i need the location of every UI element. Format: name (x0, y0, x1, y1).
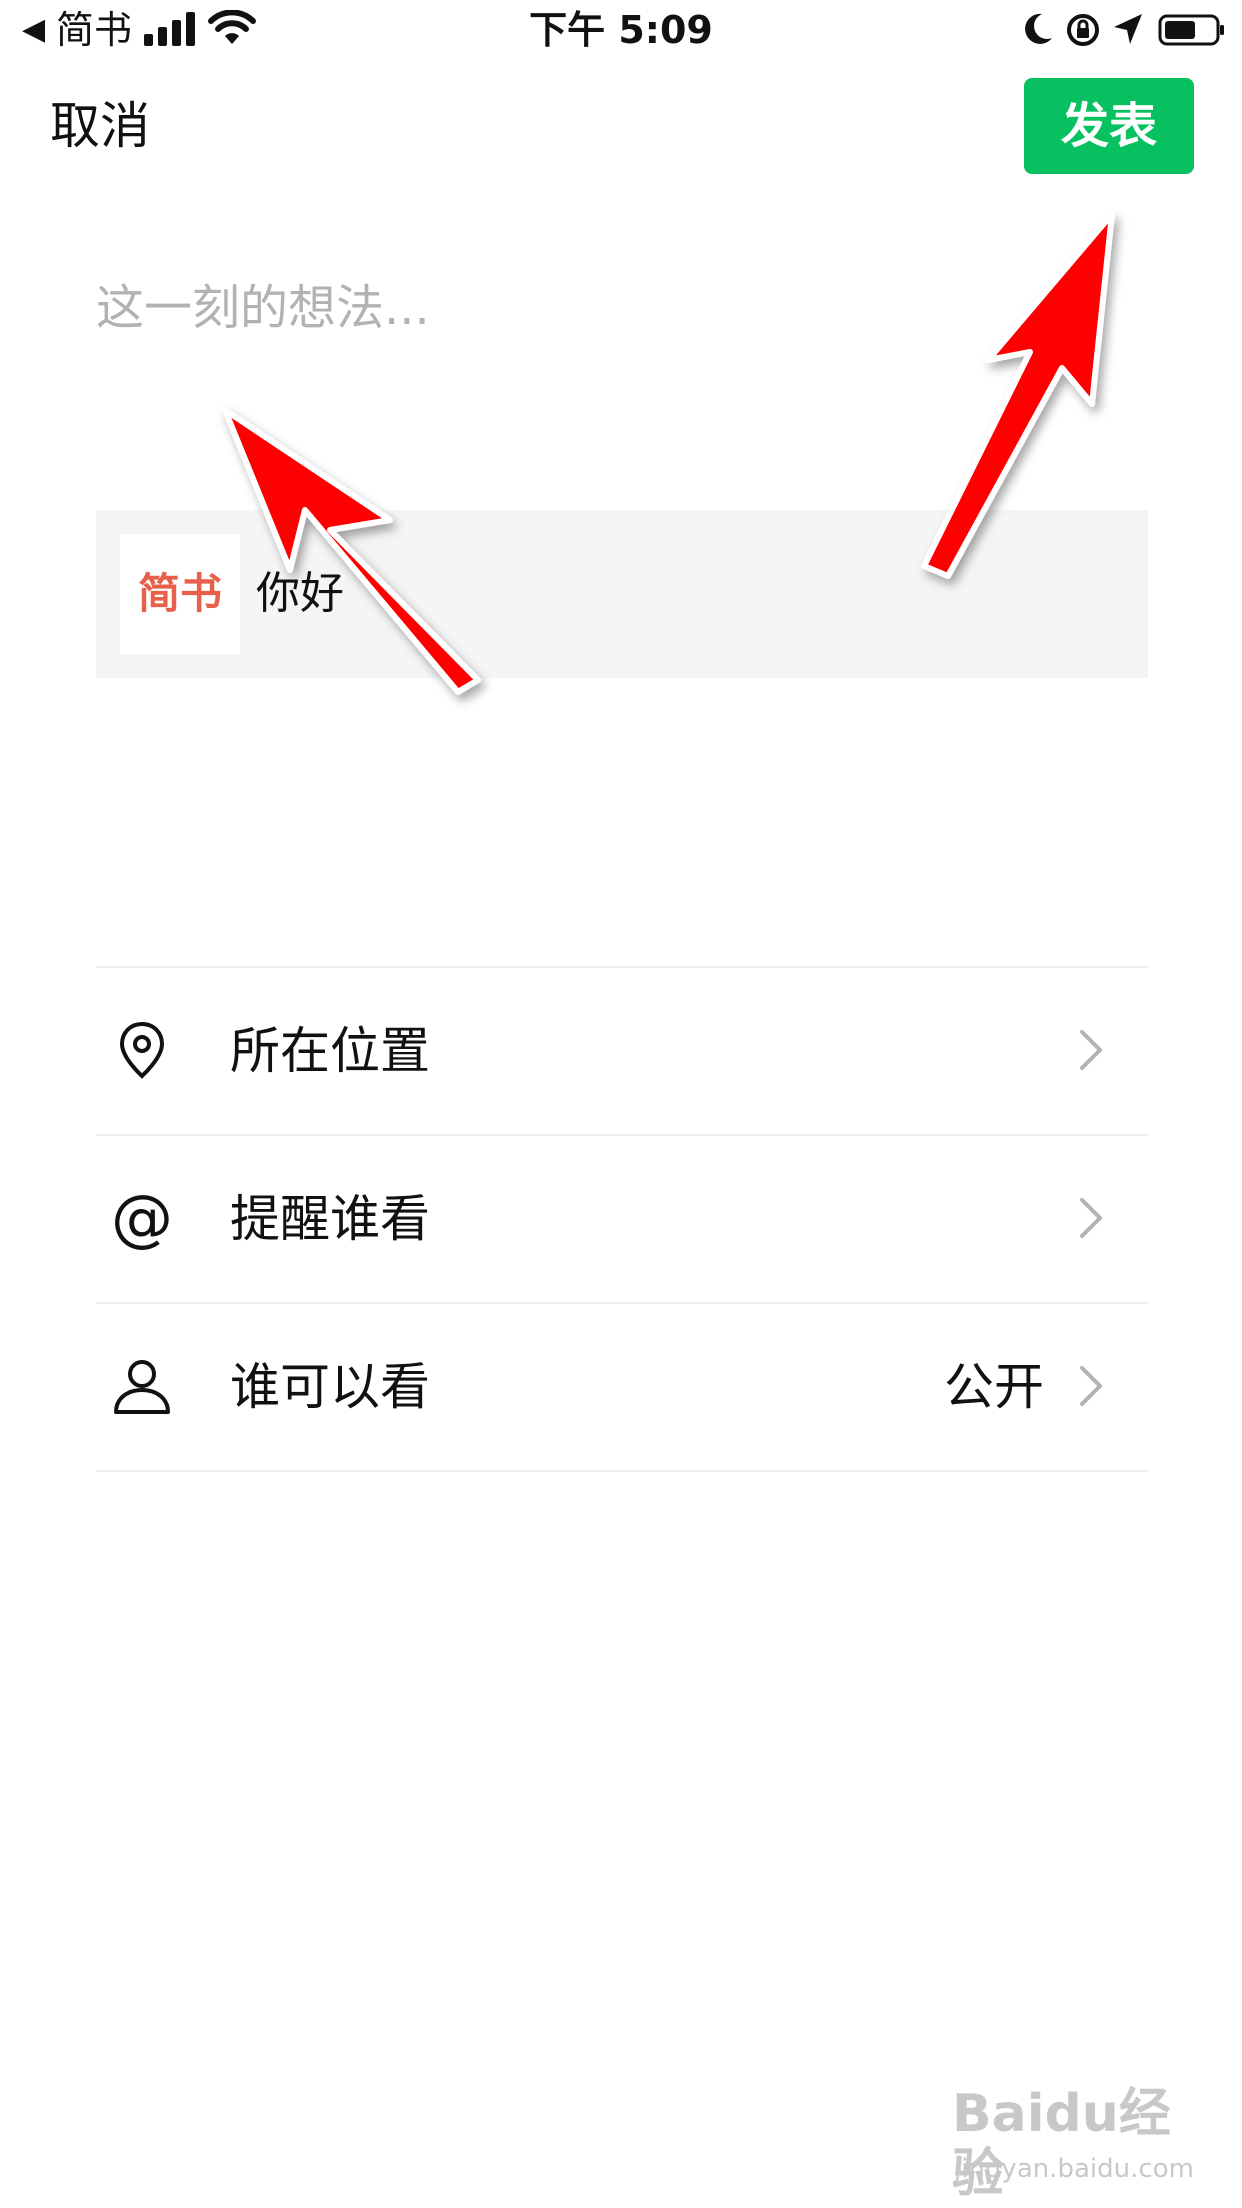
cancel-button[interactable]: 取消 (50, 96, 150, 156)
person-icon (114, 1360, 170, 1414)
link-thumbnail: 简书 (120, 534, 240, 654)
watermark-logo: Baidu经验 (952, 2084, 1171, 2204)
baidu-watermark: Baidu经验 jingyan.baidu.com (952, 2076, 1194, 2204)
status-time: 下午 5:09 (529, 8, 713, 52)
option-visibility[interactable]: 谁可以看 公开 (96, 1304, 1148, 1470)
at-icon: @ (111, 1181, 173, 1254)
option-label: 所在位置 (230, 1022, 430, 1080)
option-label: 谁可以看 (230, 1358, 430, 1416)
option-mention[interactable]: @ 提醒谁看 (96, 1136, 1148, 1302)
status-bar: ◀ 简书 下午 5:09 (0, 0, 1242, 62)
watermark-url: jingyan.baidu.com (954, 2154, 1194, 2184)
chevron-right-icon (1080, 1198, 1102, 1238)
chevron-right-icon (1080, 1366, 1102, 1406)
visibility-value: 公开 (944, 1358, 1044, 1416)
rotation-lock-icon (1067, 14, 1099, 46)
link-title: 你好 (256, 568, 344, 619)
divider (96, 1470, 1148, 1472)
thought-input[interactable] (96, 268, 1146, 348)
publish-button[interactable]: 发表 (1024, 78, 1194, 174)
moon-icon (1025, 13, 1052, 44)
option-location[interactable]: 所在位置 (96, 968, 1148, 1134)
chevron-right-icon (1080, 1030, 1102, 1070)
option-label: 提醒谁看 (230, 1190, 430, 1248)
shared-link-card[interactable]: 简书 你好 (96, 510, 1148, 678)
battery-icon (1158, 14, 1224, 46)
location-arrow-icon (1114, 14, 1142, 44)
location-pin-icon (119, 1021, 165, 1079)
